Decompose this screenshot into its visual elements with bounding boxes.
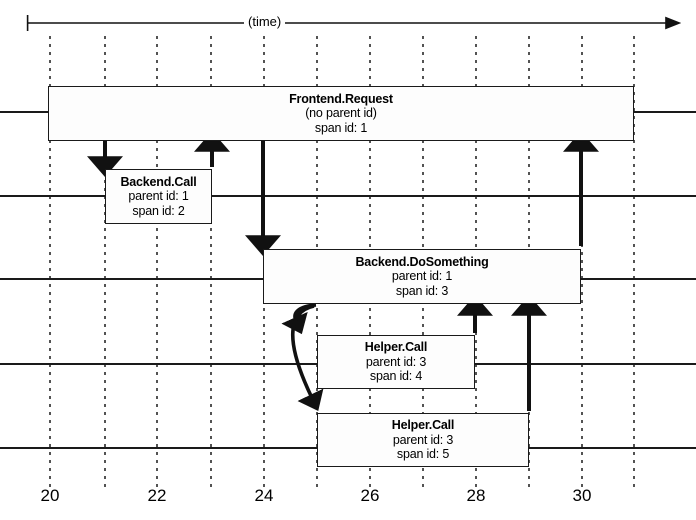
- span-id: span id: 2: [132, 203, 185, 218]
- span-name: Backend.Call: [120, 174, 197, 189]
- time-axis-label: (time): [244, 14, 286, 29]
- span-id: span id: 5: [396, 447, 450, 462]
- span-box-backend-call[interactable]: Backend.Call parent id: 1 span id: 2: [105, 169, 212, 224]
- tick-label-26: 26: [360, 486, 380, 505]
- span-id: span id: 1: [314, 120, 368, 135]
- time-axis: [26, 15, 682, 31]
- span-name: Backend.DoSomething: [355, 254, 489, 269]
- tick-label-30: 30: [572, 486, 592, 505]
- curved-call-helpers-arrow: [281, 303, 324, 411]
- tick-label-24: 24: [254, 486, 274, 505]
- span-box-helper-call-4[interactable]: Helper.Call parent id: 3 span id: 4: [317, 335, 475, 389]
- span-name: Helper.Call: [364, 340, 428, 355]
- tick-label-28: 28: [466, 486, 486, 505]
- span-parent-id: (no parent id): [305, 106, 377, 121]
- span-parent-id: parent id: 1: [128, 189, 189, 204]
- span-box-helper-call-5[interactable]: Helper.Call parent id: 3 span id: 5: [317, 413, 529, 467]
- tick-label-20: 20: [40, 486, 60, 505]
- span-name: Frontend.Request: [289, 91, 393, 106]
- span-box-backend-dosomething[interactable]: Backend.DoSomething parent id: 1 span id…: [263, 249, 581, 304]
- span-parent-id: parent id: 3: [365, 354, 427, 369]
- span-box-frontend-request[interactable]: Frontend.Request (no parent id) span id:…: [48, 86, 634, 141]
- span-id: span id: 4: [369, 369, 423, 384]
- tick-label-22: 22: [147, 486, 167, 505]
- span-parent-id: parent id: 1: [391, 269, 453, 284]
- span-parent-id: parent id: 3: [392, 432, 454, 447]
- span-name: Helper.Call: [391, 418, 455, 433]
- trace-timeline-diagram: (time) 20 22 24 26 28 30 Frontend.Reques…: [0, 0, 696, 520]
- span-id: span id: 3: [395, 283, 449, 298]
